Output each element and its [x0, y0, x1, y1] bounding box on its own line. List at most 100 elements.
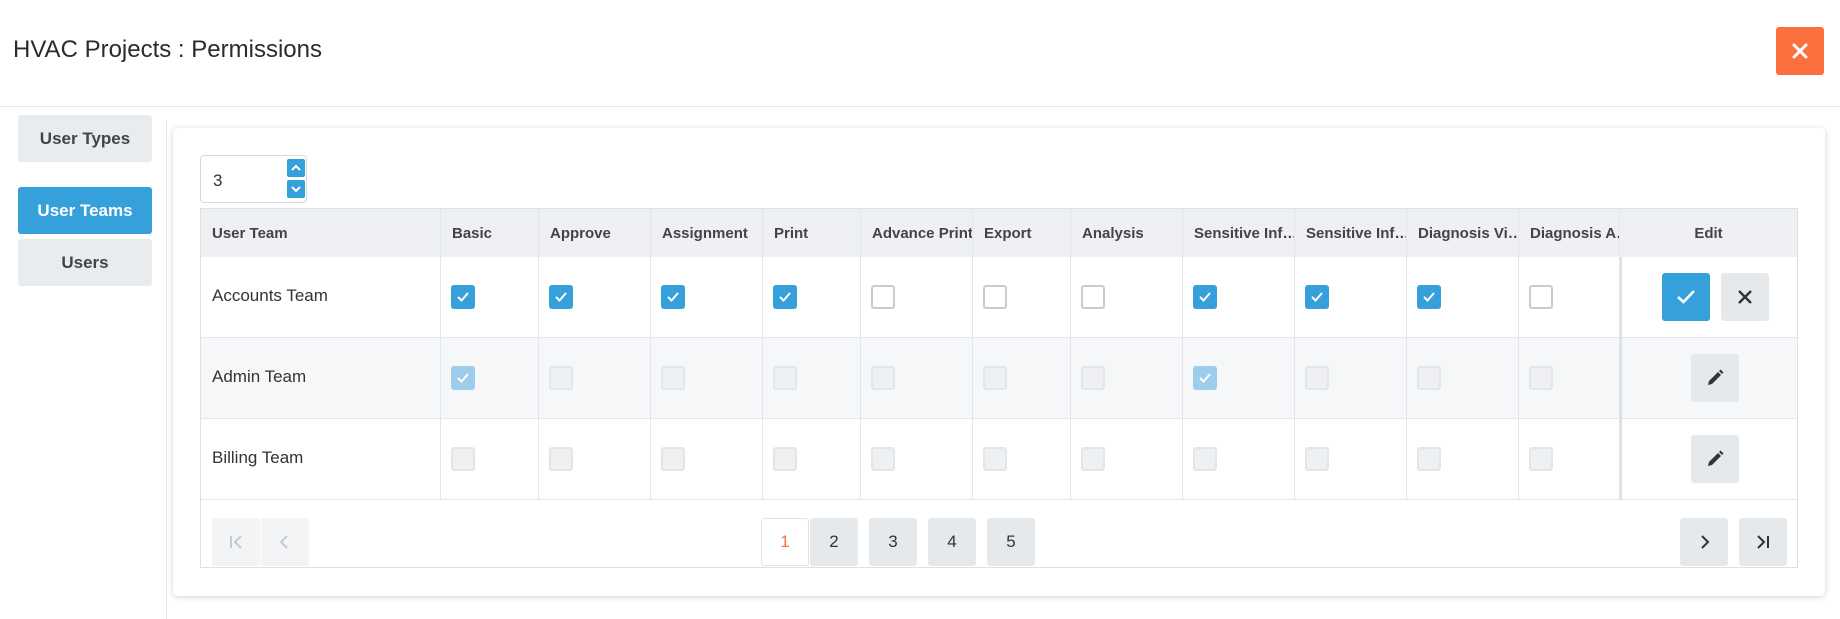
column-divider — [762, 338, 763, 419]
cancel-row-button[interactable] — [1721, 273, 1769, 321]
column-divider — [1294, 338, 1295, 419]
column-divider — [1406, 419, 1407, 500]
edit-row-button[interactable] — [1691, 354, 1739, 402]
column-divider — [972, 257, 973, 338]
column-divider — [538, 257, 539, 338]
sidebar-item-user-types[interactable]: User Types — [18, 115, 152, 162]
sidebar-item-user-teams[interactable]: User Teams — [18, 187, 152, 234]
last-page-button[interactable] — [1739, 518, 1787, 566]
close-icon — [1738, 290, 1752, 304]
edit-column-divider — [1620, 338, 1622, 419]
close-icon — [1792, 43, 1808, 59]
first-page-button[interactable] — [212, 518, 260, 566]
team-name: Admin Team — [212, 367, 307, 386]
edit-column-divider — [1620, 419, 1622, 500]
table-row: Accounts Team — [201, 257, 1797, 338]
permission-checkbox — [1081, 447, 1105, 471]
column-header: Advance Print — [861, 209, 973, 257]
column-divider — [762, 419, 763, 500]
column-divider — [538, 419, 539, 500]
permission-checkbox — [661, 366, 685, 390]
column-header: Export — [973, 209, 1071, 257]
permission-checkbox[interactable] — [983, 285, 1007, 309]
permission-checkbox[interactable] — [451, 285, 475, 309]
permission-checkbox — [773, 366, 797, 390]
dialog-header: HVAC Projects : Permissions — [0, 0, 1840, 107]
column-header: Diagnosis A… — [1519, 209, 1620, 257]
permission-checkbox — [1193, 447, 1217, 471]
permission-checkbox — [983, 447, 1007, 471]
column-header: Edit — [1620, 209, 1797, 257]
permission-checkbox[interactable] — [871, 285, 895, 309]
team-name: Billing Team — [212, 448, 304, 467]
permission-checkbox — [1529, 366, 1553, 390]
permission-checkbox — [1081, 366, 1105, 390]
permission-checkbox — [1529, 447, 1553, 471]
column-divider — [1070, 419, 1071, 500]
column-header: Sensitive Inf… — [1295, 209, 1407, 257]
sidebar: User Types User Teams Users — [0, 115, 167, 619]
permission-checkbox[interactable] — [1529, 285, 1553, 309]
last-page-icon — [1757, 535, 1769, 549]
column-divider — [1182, 419, 1183, 500]
column-divider — [1182, 257, 1183, 338]
close-button[interactable] — [1776, 27, 1824, 75]
column-header: Sensitive Inf… — [1183, 209, 1295, 257]
column-divider — [440, 257, 441, 338]
page-button-3[interactable]: 3 — [869, 518, 917, 566]
save-row-button[interactable] — [1662, 273, 1710, 321]
permission-checkbox[interactable] — [773, 285, 797, 309]
permission-checkbox[interactable] — [1417, 285, 1441, 309]
chevron-up-icon[interactable] — [287, 159, 305, 177]
permission-checkbox — [1417, 447, 1441, 471]
chevron-down-icon[interactable] — [287, 180, 305, 198]
column-divider — [1070, 338, 1071, 419]
permission-checkbox — [871, 447, 895, 471]
permission-checkbox — [451, 447, 475, 471]
column-divider — [1518, 338, 1519, 419]
sidebar-item-users[interactable]: Users — [18, 239, 152, 286]
column-header: User Team — [201, 209, 441, 257]
permission-checkbox[interactable] — [1193, 285, 1217, 309]
team-name: Accounts Team — [212, 286, 328, 305]
chevron-right-icon — [1701, 535, 1710, 549]
column-header: Assignment — [651, 209, 763, 257]
permission-checkbox — [661, 447, 685, 471]
page-button-4[interactable]: 4 — [928, 518, 976, 566]
column-divider — [1070, 257, 1071, 338]
column-header: Diagnosis Vi… — [1407, 209, 1519, 257]
permission-checkbox[interactable] — [1305, 285, 1329, 309]
permission-checkbox — [983, 366, 1007, 390]
edit-column-divider — [1620, 257, 1622, 338]
page-button-1[interactable]: 1 — [761, 518, 809, 566]
permission-checkbox[interactable] — [1081, 285, 1105, 309]
prev-page-button[interactable] — [261, 518, 309, 566]
column-header: Basic — [441, 209, 539, 257]
page-size-stepper[interactable]: 3 — [200, 155, 307, 203]
pager: 1 2 3 4 5 — [201, 509, 1797, 567]
chevron-left-icon — [279, 535, 288, 549]
permission-checkbox — [1305, 366, 1329, 390]
permission-checkbox[interactable] — [661, 285, 685, 309]
permission-checkbox[interactable] — [549, 285, 573, 309]
column-header: Print — [763, 209, 861, 257]
column-divider — [972, 419, 973, 500]
permission-checkbox — [773, 447, 797, 471]
column-divider — [1294, 419, 1295, 500]
page-button-2[interactable]: 2 — [810, 518, 858, 566]
next-page-button[interactable] — [1680, 518, 1728, 566]
column-divider — [538, 338, 539, 419]
permission-checkbox — [1305, 447, 1329, 471]
column-divider — [972, 338, 973, 419]
permission-checkbox — [549, 366, 573, 390]
permission-checkbox — [1193, 366, 1217, 390]
page-size-value: 3 — [213, 171, 223, 190]
pencil-icon — [1708, 450, 1724, 466]
permission-checkbox — [451, 366, 475, 390]
column-divider — [440, 419, 441, 500]
column-divider — [1406, 338, 1407, 419]
edit-row-button[interactable] — [1691, 435, 1739, 483]
table-row: Admin Team — [201, 338, 1797, 419]
page-button-5[interactable]: 5 — [987, 518, 1035, 566]
column-divider — [1518, 257, 1519, 338]
